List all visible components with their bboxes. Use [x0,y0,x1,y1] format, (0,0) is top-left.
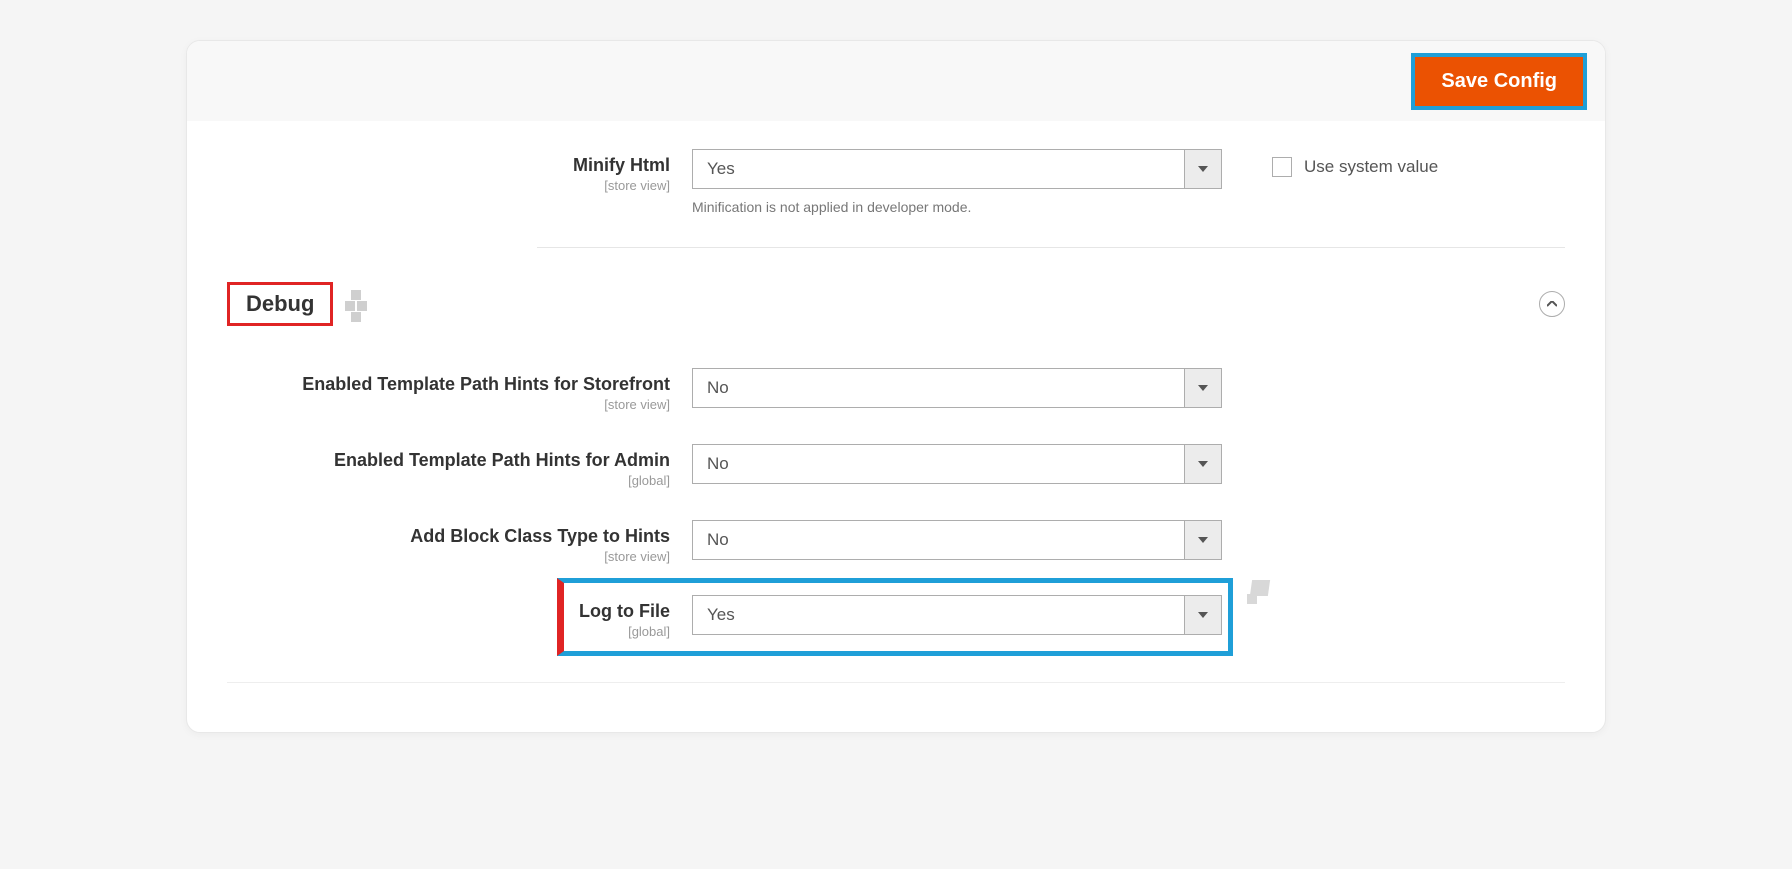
label-col: Add Block Class Type to Hints [store vie… [227,520,692,564]
log-to-file-select[interactable]: Yes [692,595,1222,635]
bottom-divider [227,682,1565,702]
save-config-button[interactable]: Save Config [1415,57,1583,106]
field-admin-hints: Enabled Template Path Hints for Admin [g… [227,444,1565,488]
save-button-highlight: Save Config [1411,53,1587,110]
block-class-hints-value: No [692,520,1184,560]
chevron-down-icon [1184,520,1222,560]
debug-title: Debug [246,291,314,316]
block-class-hints-select[interactable]: No [692,520,1222,560]
minify-html-label: Minify Html [227,155,670,176]
debug-title-highlight: Debug [227,282,333,326]
debug-section-header[interactable]: Debug [227,282,1565,326]
storefront-hints-select[interactable]: No [692,368,1222,408]
use-system-label: Use system value [1304,157,1438,177]
minify-html-scope: [store view] [227,178,670,193]
minify-html-select[interactable]: Yes [692,149,1222,189]
field-storefront-hints: Enabled Template Path Hints for Storefro… [227,368,1565,412]
input-col: Yes Minification is not applied in devel… [692,149,1222,215]
minify-html-value: Yes [692,149,1184,189]
chevron-down-icon [1184,368,1222,408]
block-class-hints-label: Add Block Class Type to Hints [227,526,670,547]
input-col: No [692,368,1222,408]
label-col: Enabled Template Path Hints for Storefro… [227,368,692,412]
annotation-cursor-icon [345,290,369,318]
input-col: No [692,444,1222,484]
use-system-col: Use system value [1222,149,1438,177]
admin-hints-scope: [global] [227,473,670,488]
panel-body: Minify Html [store view] Yes Minificatio… [187,121,1605,732]
field-block-class-hints: Add Block Class Type to Hints [store vie… [227,520,1565,564]
admin-hints-value: No [692,444,1184,484]
label-col: Minify Html [store view] [227,149,692,193]
minify-html-note: Minification is not applied in developer… [692,199,1222,215]
chevron-down-icon [1184,444,1222,484]
admin-hints-label: Enabled Template Path Hints for Admin [227,450,670,471]
use-system-checkbox[interactable] [1272,157,1292,177]
log-to-file-value: Yes [692,595,1184,635]
log-to-file-label: Log to File [564,601,670,622]
admin-hints-select[interactable]: No [692,444,1222,484]
divider [537,247,1565,248]
input-col: No [692,520,1222,560]
chevron-down-icon [1184,149,1222,189]
field-minify-html: Minify Html [store view] Yes Minificatio… [227,149,1565,215]
storefront-hints-label: Enabled Template Path Hints for Storefro… [227,374,670,395]
config-panel: Save Config Minify Html [store view] Yes [186,40,1606,733]
label-col: Log to File [global] [564,595,692,639]
log-to-file-scope: [global] [564,624,670,639]
annotation-pointer-icon [1243,580,1273,610]
label-col: Enabled Template Path Hints for Admin [g… [227,444,692,488]
storefront-hints-scope: [store view] [227,397,670,412]
input-col: Yes [692,595,1222,635]
collapse-toggle-icon[interactable] [1539,291,1565,317]
section-head-left: Debug [227,282,369,326]
block-class-hints-scope: [store view] [227,549,670,564]
log-to-file-highlight: Log to File [global] Yes [557,578,1233,656]
panel-header: Save Config [187,41,1605,121]
chevron-down-icon [1184,595,1222,635]
storefront-hints-value: No [692,368,1184,408]
